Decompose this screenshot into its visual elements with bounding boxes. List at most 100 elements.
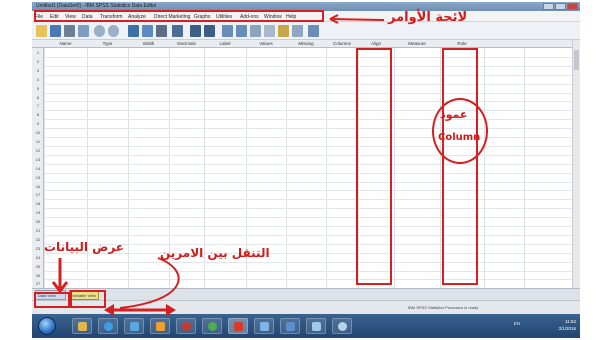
spelling-icon[interactable]: [308, 25, 319, 37]
row-number[interactable]: 4: [32, 77, 44, 82]
row-number[interactable]: 13: [32, 157, 44, 162]
save-icon[interactable]: [50, 25, 61, 37]
goto-variable-icon[interactable]: [142, 25, 153, 37]
variables-icon[interactable]: [156, 25, 167, 37]
column-header[interactable]: Align: [358, 41, 394, 46]
row-number[interactable]: 2: [32, 59, 44, 64]
select-cases-icon[interactable]: [250, 25, 261, 37]
row-number[interactable]: 27: [32, 281, 44, 286]
scrollbar-thumb[interactable]: [574, 50, 579, 70]
taskbar-app-spss[interactable]: [228, 318, 248, 334]
row-number[interactable]: 15: [32, 175, 44, 180]
row-number[interactable]: 3: [32, 68, 44, 73]
column-header[interactable]: Name: [44, 41, 87, 46]
video-frame: Untitled1 [DataSet0] - IBM SPSS Statisti…: [0, 0, 599, 340]
menu-bar-annotation: لائحة الأوامر: [388, 10, 468, 25]
column-header[interactable]: Columns: [326, 41, 358, 46]
view-tab-bar: Data View Variable View: [32, 288, 580, 300]
language-indicator[interactable]: EN: [514, 321, 520, 326]
taskbar-app-5[interactable]: [176, 318, 196, 334]
maximize-button[interactable]: [555, 3, 566, 10]
grid-row-divider: [32, 92, 572, 94]
app-icon: [286, 322, 295, 331]
weight-cases-icon[interactable]: [236, 25, 247, 37]
start-button[interactable]: [38, 317, 56, 335]
column-header[interactable]: Decimals: [169, 41, 204, 46]
column-header-row: Name Type Width Decimals Label Values Missing C…: [32, 40, 572, 48]
row-number[interactable]: 22: [32, 237, 44, 242]
align-column-highlight-box: [356, 48, 392, 285]
taskbar-app-ie[interactable]: [98, 318, 118, 334]
column-header[interactable]: Type: [87, 41, 128, 46]
row-number[interactable]: 20: [32, 219, 44, 224]
print-icon[interactable]: [64, 25, 75, 37]
grid-row-divider: [32, 65, 572, 67]
row-number[interactable]: 26: [32, 273, 44, 278]
spss-window: Untitled1 [DataSet0] - IBM SPSS Statisti…: [32, 2, 580, 338]
insert-variable-icon[interactable]: [204, 25, 215, 37]
row-number[interactable]: 11: [32, 139, 44, 144]
find-icon[interactable]: [172, 25, 183, 37]
row-number[interactable]: 23: [32, 246, 44, 251]
grid-row-divider: [32, 137, 572, 138]
grid-row-divider: [32, 128, 572, 130]
minimize-button[interactable]: [543, 3, 554, 10]
insert-cases-icon[interactable]: [190, 25, 201, 37]
row-number[interactable]: 21: [32, 228, 44, 233]
row-number[interactable]: 9: [32, 121, 44, 126]
column-header[interactable]: Missing: [286, 41, 326, 46]
show-all-variables-icon[interactable]: [292, 25, 303, 37]
grid-row-divider: [32, 190, 572, 192]
row-number[interactable]: 7: [32, 103, 44, 108]
column-header[interactable]: Width: [128, 41, 169, 46]
clock-time: 11:52: [565, 319, 576, 324]
app-icon: [156, 322, 165, 331]
browser-icon: [104, 322, 113, 331]
redo-icon[interactable]: [108, 25, 119, 37]
row-number[interactable]: 25: [32, 264, 44, 269]
row-number[interactable]: 19: [32, 210, 44, 215]
taskbar-app-11[interactable]: [332, 318, 352, 334]
spss-icon: [234, 322, 243, 331]
grid-row-divider: [32, 56, 572, 58]
goto-case-icon[interactable]: [128, 25, 139, 37]
column-header[interactable]: Role: [440, 41, 484, 46]
row-number[interactable]: 1: [32, 50, 44, 55]
folder-icon: [78, 322, 87, 331]
taskbar-app-10[interactable]: [306, 318, 326, 334]
recall-dialog-icon[interactable]: [78, 25, 89, 37]
menu-bar-highlight-box: [34, 10, 324, 22]
split-file-icon[interactable]: [222, 25, 233, 37]
grid-row-divider: [32, 119, 572, 121]
row-number[interactable]: 6: [32, 95, 44, 100]
value-labels-icon[interactable]: [264, 25, 275, 37]
row-number[interactable]: 5: [32, 86, 44, 91]
row-number[interactable]: 14: [32, 166, 44, 171]
switch-views-annotation: التنقل بين الامرين: [160, 246, 270, 260]
column-header[interactable]: Values: [246, 41, 286, 46]
row-number[interactable]: 16: [32, 184, 44, 189]
taskbar-app-6[interactable]: [202, 318, 222, 334]
taskbar-app-media[interactable]: [124, 318, 144, 334]
undo-icon[interactable]: [94, 25, 105, 37]
taskbar-app-9[interactable]: [280, 318, 300, 334]
taskbar-app-explorer[interactable]: [72, 318, 92, 334]
row-number[interactable]: 12: [32, 148, 44, 153]
clock-date: 3/1/2016: [558, 326, 576, 331]
taskbar-app-8[interactable]: [254, 318, 274, 334]
use-variable-sets-icon[interactable]: [278, 25, 289, 37]
column-header[interactable]: Measure: [394, 41, 440, 46]
close-button[interactable]: [567, 3, 578, 10]
row-number[interactable]: 24: [32, 255, 44, 260]
open-icon[interactable]: [36, 25, 47, 37]
row-number[interactable]: 17: [32, 192, 44, 197]
row-number[interactable]: 10: [32, 130, 44, 135]
row-number[interactable]: 18: [32, 201, 44, 206]
vertical-scrollbar[interactable]: [572, 40, 580, 288]
column-header[interactable]: Label: [204, 41, 246, 46]
row-header-column: 1 2 3 4 5 6 7 8 9 10 11 12 13 14 15 16 17 18 19 20 21 22 23 24 2…: [32, 48, 44, 288]
clock[interactable]: 11:52 3/1/2016: [558, 318, 576, 332]
row-number[interactable]: 8: [32, 112, 44, 117]
grid-row-divider: [32, 181, 572, 183]
taskbar-app-4[interactable]: [150, 318, 170, 334]
